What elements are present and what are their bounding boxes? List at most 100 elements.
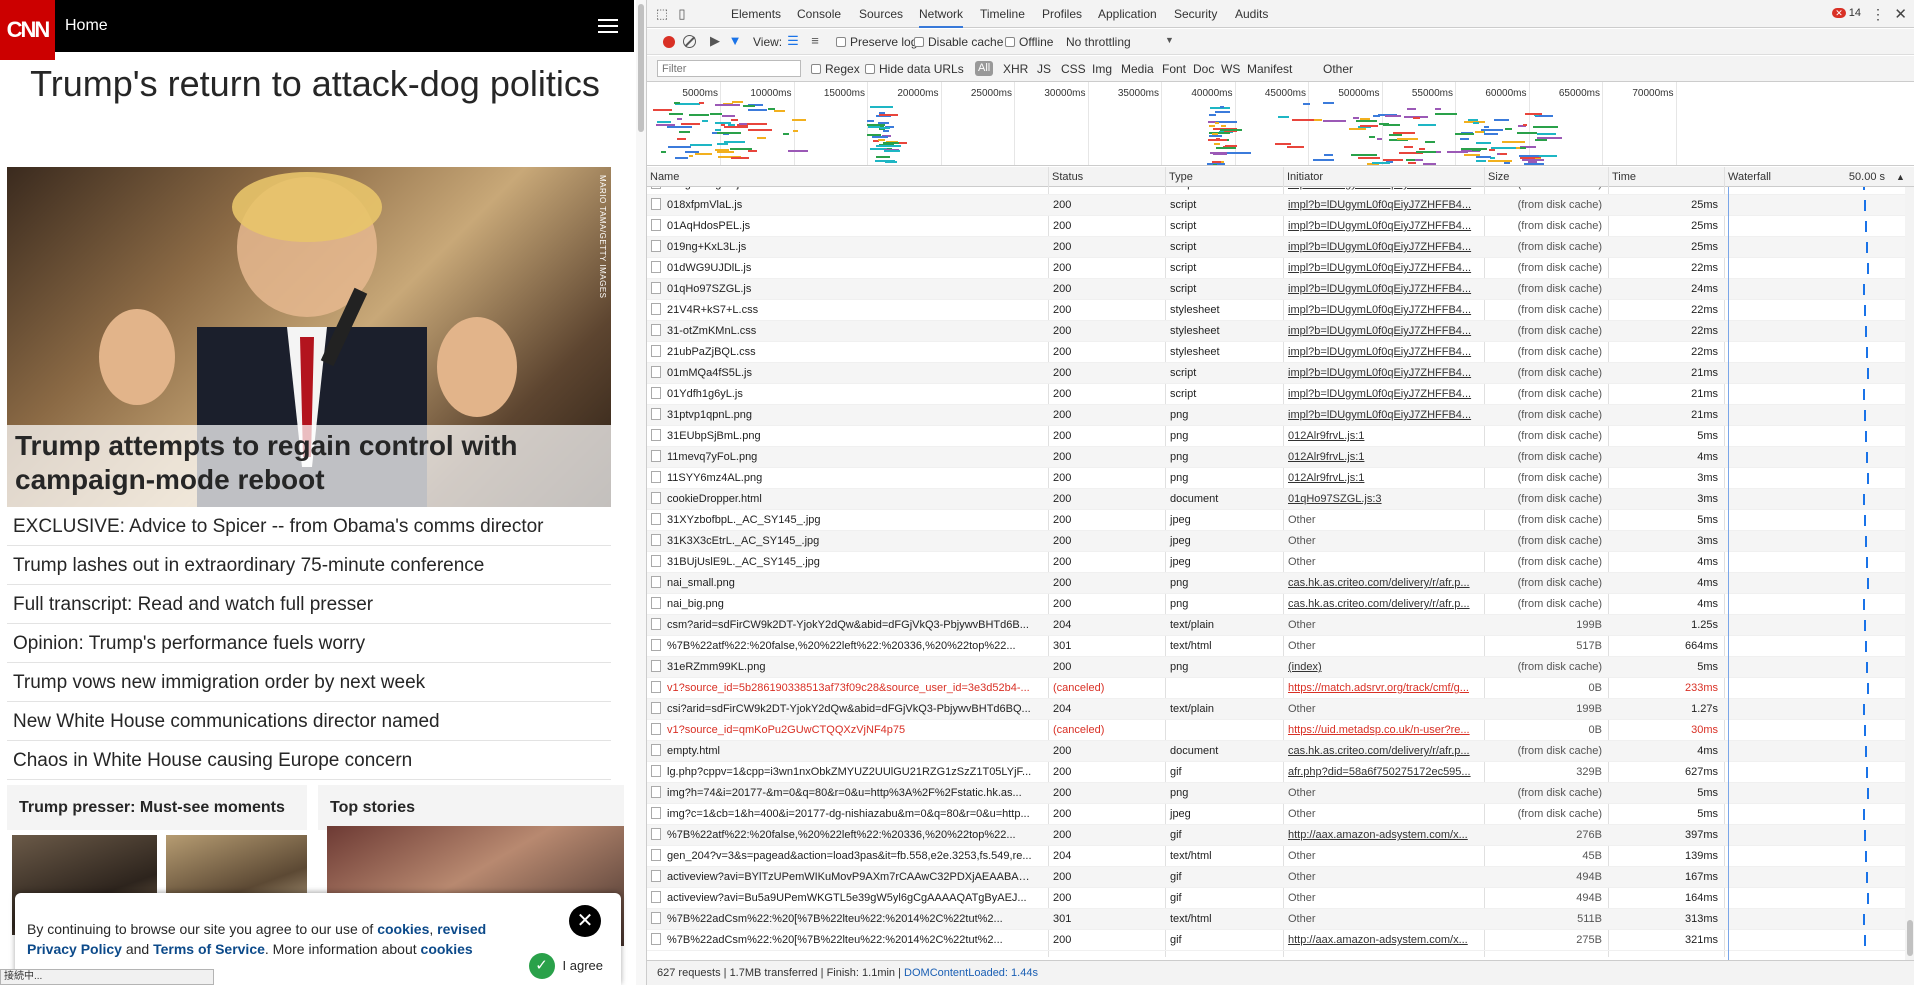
column-initiator[interactable]: Initiator (1284, 167, 1485, 187)
tab-timeline[interactable]: Timeline (980, 0, 1025, 28)
more-options-icon[interactable]: ⋮ (1871, 6, 1885, 23)
request-row[interactable]: 21V4R+kS7+L.css 200 stylesheet impl?b=lDUgy… (647, 300, 1905, 321)
tab-network[interactable]: Network (919, 0, 964, 28)
request-initiator[interactable]: afr.php?did=58a6f750275172ec595... (1284, 762, 1484, 783)
request-row[interactable]: 01AqHdosPEL.js 200 script impl?b=lDUgymL0f0… (647, 216, 1905, 237)
request-row[interactable]: 11SYY6mz4AL.png 200 png 012Alr9frvL.js:1 (fr… (647, 468, 1905, 489)
sort-arrow-icon[interactable]: ▲ (1893, 167, 1905, 187)
close-icon[interactable]: ✕ (569, 905, 601, 937)
tab-sources[interactable]: Sources (859, 0, 903, 28)
filter-js[interactable]: JS (1037, 62, 1051, 76)
request-initiator[interactable]: cas.hk.as.criteo.com/delivery/r/afr.p... (1284, 594, 1484, 615)
record-icon[interactable] (663, 36, 675, 48)
request-initiator[interactable]: 012Alr9frvL.js:1 (1284, 468, 1484, 489)
request-initiator[interactable]: impl?b=lDUgymL0f0qEiyJ7ZHFFB4... (1284, 216, 1484, 237)
revised-link[interactable]: revised (437, 921, 486, 937)
capture-screenshots-icon[interactable]: ▶ (707, 33, 723, 49)
headline-link[interactable]: Trump lashes out in extraordinary 75-min… (7, 546, 611, 585)
request-row[interactable]: img?c=1&cb=1&h=400&i=20177-dg-nishiazabu… (647, 804, 1905, 825)
close-devtools-icon[interactable]: ✕ (1894, 5, 1907, 23)
request-row[interactable]: 01dWG9UJDlL.js 200 script impl?b=lDUgymL0f0… (647, 258, 1905, 279)
chevron-down-icon[interactable]: ▼ (1165, 35, 1174, 45)
request-row[interactable]: nai_small.png 200 png cas.hk.as.criteo.com/… (647, 573, 1905, 594)
request-initiator[interactable]: impl?b=lDUgymL0f0qEiyJ7ZHFFB4... (1284, 321, 1484, 342)
request-initiator[interactable]: impl?b=lDUgymL0f0qEiyJ7ZHFFB4... (1284, 363, 1484, 384)
request-row[interactable]: 31ptvp1qpnL.png 200 png impl?b=lDUgymL0f0qE… (647, 405, 1905, 426)
request-initiator[interactable]: (index) (1284, 657, 1484, 678)
terms-of-service-link[interactable]: Terms of Service (153, 941, 265, 957)
request-row[interactable]: activeview?avi=BYlTzUPemWIKuMovP9AXm7rCA… (647, 867, 1905, 888)
request-row[interactable]: empty.html 200 document cas.hk.as.criteo.co… (647, 741, 1905, 762)
request-initiator[interactable]: impl?b=lDUgymL0f0qEiyJ7ZHFFB4... (1284, 279, 1484, 300)
filter-font[interactable]: Font (1162, 62, 1186, 76)
filter-ws[interactable]: WS (1221, 62, 1240, 76)
filter-icon[interactable]: ▼ (727, 33, 743, 49)
column-status[interactable]: Status (1049, 167, 1166, 187)
filter-other[interactable]: Other (1323, 62, 1353, 76)
filter-img[interactable]: Img (1092, 62, 1112, 76)
headline-link[interactable]: Chaos in White House causing Europe conc… (7, 741, 611, 780)
filter-doc[interactable]: Doc (1193, 62, 1214, 76)
request-initiator[interactable]: 012Alr9frvL.js:1 (1284, 426, 1484, 447)
cnn-logo[interactable]: CNN (0, 0, 55, 60)
request-row[interactable]: %7B%22adCsm%22:%20[%7B%22lteu%22:%2014%2… (647, 930, 1905, 951)
request-initiator[interactable]: cas.hk.as.criteo.com/delivery/r/afr.p... (1284, 573, 1484, 594)
filter-manifest[interactable]: Manifest (1247, 62, 1292, 76)
hamburger-menu-icon[interactable] (598, 19, 618, 33)
large-rows-icon[interactable]: ☰ (785, 33, 801, 49)
request-initiator[interactable]: impl?b=lDUgymL0f0qEiyJ7ZHFFB4... (1284, 384, 1484, 405)
request-row[interactable]: nai_big.png 200 png cas.hk.as.criteo.com/de… (647, 594, 1905, 615)
request-row[interactable]: v1?source_id=5b286190338513af73f09c28&so… (647, 678, 1905, 699)
request-row[interactable]: %7B%22atf%22:%20false,%20%22left%22:%203… (647, 636, 1905, 657)
scrollbar-thumb[interactable] (1907, 920, 1913, 956)
request-initiator[interactable]: impl?b=lDUgymL0f0qEiyJ7ZHFFB4... (1284, 405, 1484, 426)
filter-media[interactable]: Media (1121, 62, 1154, 76)
headline-link[interactable]: Full transcript: Read and watch full pre… (7, 585, 611, 624)
hero-caption[interactable]: Trump attempts to regain control with ca… (7, 425, 611, 507)
request-row[interactable]: v1?source_id=qmKoPu2GUwCTQQXzVjNF4p75 (ca… (647, 720, 1905, 741)
request-row[interactable]: 31EUbpSjBmL.png 200 png 012Alr9frvL.js:1 (fr… (647, 426, 1905, 447)
page-headline[interactable]: Trump's return to attack-dog politics (20, 64, 610, 104)
scrollbar-thumb[interactable] (638, 4, 644, 132)
request-row[interactable]: %7B%22adCsm%22:%20[%7B%22lteu%22:%2014%2… (647, 909, 1905, 930)
request-initiator[interactable]: https://uid.metadsp.co.uk/n-user?re... (1284, 720, 1484, 741)
regex-checkbox[interactable]: Regex (811, 62, 860, 76)
cookies-link[interactable]: cookies (377, 921, 429, 937)
headline-link[interactable]: EXCLUSIVE: Advice to Spicer -- from Obam… (7, 507, 611, 546)
request-row[interactable]: 01Ydfh1g6yL.js 200 script impl?b=lDUgymL0f0… (647, 384, 1905, 405)
tab-application[interactable]: Application (1098, 0, 1157, 28)
request-initiator[interactable]: 012Alr9frvL.js:1 (1284, 447, 1484, 468)
headline-link[interactable]: New White House communications director … (7, 702, 611, 741)
headline-link[interactable]: Opinion: Trump's performance fuels worry (7, 624, 611, 663)
column-waterfall[interactable]: Waterfall (1725, 167, 1805, 187)
request-row[interactable]: %7B%22atf%22:%20false,%20%22left%22:%203… (647, 825, 1905, 846)
request-row[interactable]: 01mMQa4fS5L.js 200 script impl?b=lDUgymL0f0… (647, 363, 1905, 384)
column-type[interactable]: Type (1166, 167, 1284, 187)
filter-css[interactable]: CSS (1061, 62, 1086, 76)
column-time[interactable]: Time (1609, 167, 1725, 187)
table-scrollbar[interactable] (1905, 187, 1914, 960)
request-row[interactable]: gen_204?v=3&s=pagead&action=load3pas&it=… (647, 846, 1905, 867)
overview-icon[interactable]: ≡ (807, 33, 823, 49)
request-row[interactable]: img?h=74&i=20177-&m=0&q=80&r=0&u=http%3A… (647, 783, 1905, 804)
tab-security[interactable]: Security (1174, 0, 1217, 28)
request-row[interactable]: cookieDropper.html 200 document 01qHo97SZGL… (647, 489, 1905, 510)
error-counter[interactable]: ✕ 14 (1832, 7, 1861, 19)
request-initiator[interactable]: 01qHo97SZGL.js:3 (1284, 489, 1484, 510)
request-row[interactable]: 01xgJcS2g0L.js 200scriptimpl?b=lDUgymL0f0… (647, 187, 1905, 195)
column-size[interactable]: Size (1485, 167, 1609, 187)
nav-title[interactable]: Home (65, 17, 108, 35)
request-row[interactable]: 31K3X3cEtrL._AC_SY145_.jpg 200 jpeg Other (f… (647, 531, 1905, 552)
request-initiator[interactable]: impl?b=lDUgymL0f0qEiyJ7ZHFFB4... (1284, 342, 1484, 363)
request-row[interactable]: 018xfpmVlaL.js 200 script impl?b=lDUgymL0f0… (647, 195, 1905, 216)
tab-audits[interactable]: Audits (1235, 0, 1268, 28)
filter-input[interactable] (657, 60, 801, 77)
tab-console[interactable]: Console (797, 0, 841, 28)
request-initiator[interactable]: impl?b=lDUgymL0f0qEiyJ7ZHFFB4... (1284, 187, 1484, 195)
page-scrollbar[interactable] (636, 0, 646, 985)
request-initiator[interactable]: cas.hk.as.criteo.com/delivery/r/afr.p... (1284, 741, 1484, 762)
cookies-more-link[interactable]: cookies (421, 941, 473, 957)
request-row[interactable]: activeview?avi=Bu5a9UPemWKGTL5e39gW5yl6g… (647, 888, 1905, 909)
network-overview[interactable]: 5000ms 10000ms 15000ms 20000ms 25000ms 30000m… (647, 82, 1914, 166)
request-initiator[interactable]: http://aax.amazon-adsystem.com/x... (1284, 825, 1484, 846)
